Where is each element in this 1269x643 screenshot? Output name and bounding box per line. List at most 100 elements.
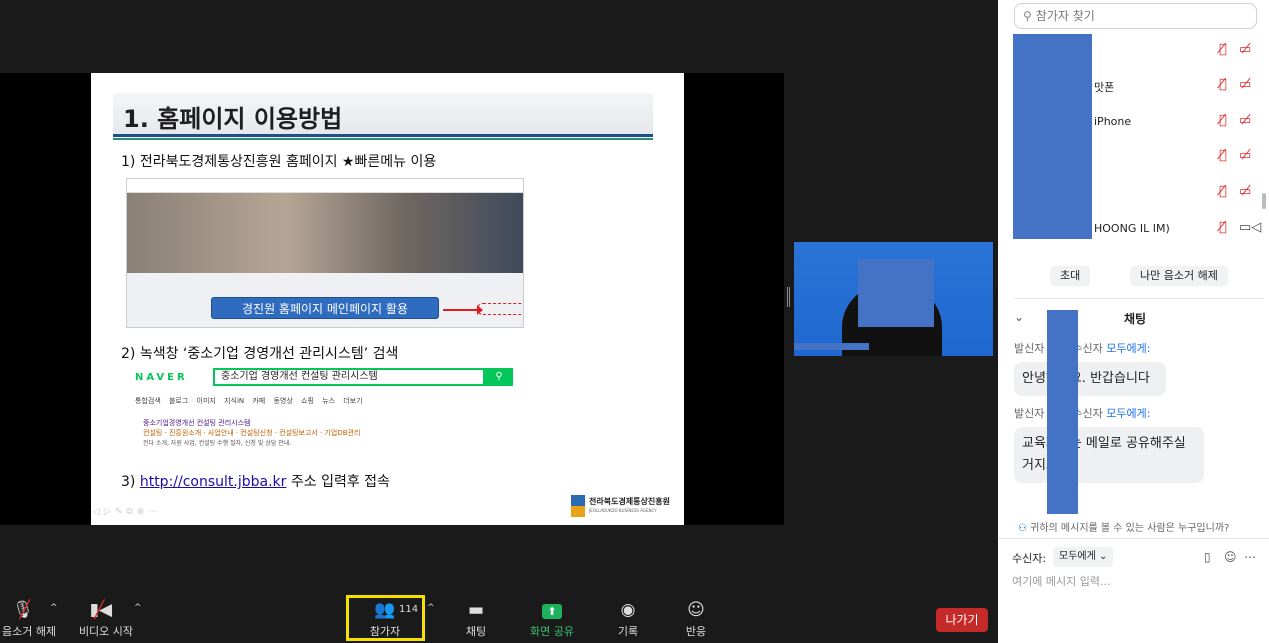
file-icon[interactable]: ▯ [1204,550,1211,564]
participant-search-input[interactable]: ⚲ 참가자 찾기 [1014,3,1257,29]
start-video-button[interactable]: ▮◀╱ 비디오 시작 [76,599,136,639]
search-icon: ⚲ [485,368,513,386]
agency-logo-name: 전라북도경제통상진흥원 [589,497,670,506]
mic-off-icon: 🎙╱ [12,600,34,620]
presentation-slide: 1. 홈페이지 이용방법 1) 전라북도경제통상진흥원 홈페이지 ★빠른메뉴 이… [91,73,684,525]
share-screen-label: 화면 공유 [530,625,574,638]
record-label: 기록 [617,625,639,638]
chat-bubble-icon: ▬ [467,600,485,620]
mic-muted-icon[interactable]: 🎙̸ [1219,42,1227,57]
chevron-up-icon[interactable]: ^ [427,603,435,613]
slide-step-2: 2) 녹색창 ‘중소기업 경영개선 관리시스템’ 검색 [121,346,399,362]
divider [998,538,1269,539]
camera-off-icon[interactable]: ▭̸ [1239,42,1251,57]
naver-search-box: 중소기업 경영개선 컨설팅 관리시스템 [213,368,485,386]
unmute-button[interactable]: 🎙╱ 음소거 해제 [2,599,57,639]
invite-button[interactable]: 초대 [1050,266,1091,286]
recipient-value: 모두에게 [1059,551,1096,562]
recipient-label: 수신자: [1012,552,1047,565]
who-can-see-link[interactable]: ⚇ 귀하의 메시지를 볼 수 있는 사람은 누구입니까? [1018,519,1229,534]
camera-off-icon: ▮◀╱ [89,600,113,620]
participant-name: 맛폰 [1094,81,1115,94]
record-button[interactable]: ◉ 기록 [608,599,648,639]
naver-search-screenshot: NAVER 중소기업 경영개선 컨설팅 관리시스템 ⚲ 통합검색 블로그 이미지… [135,368,515,458]
unmute-me-button[interactable]: 나만 음소거 해제 [1130,266,1228,286]
emoji-add-icon: ☺ [687,600,705,620]
reactions-button[interactable]: ☺ 반응 [676,599,716,639]
divider [1014,298,1264,299]
side-panel: ⚲ 참가자 찾기 🎙̸ ▭̸ 맛폰 🎙̸ ▭̸ iPhone 🎙̸ ▭̸ 🎙̸ ▭̸ 🎙̸ ▭̸ HOON… [998,0,1269,643]
slide-title: 1. 홈페이지 이용방법 [123,105,343,133]
start-video-label: 비디오 시작 [78,625,134,638]
search-icon: ⚲ [1023,9,1032,23]
reactions-label: 반응 [685,625,707,638]
who-can-see-label: 귀하의 메시지를 볼 수 있는 사람은 누구입니까? [1030,523,1230,534]
homepage-hero-image [127,193,523,273]
slide-step-1: 1) 전라북도경제통상진흥원 홈페이지 ★빠른메뉴 이용 [121,154,437,170]
record-icon: ◉ [620,600,636,620]
redacted-face [858,259,934,327]
chat-message-meta: 발신자 수신자 모두에게: [1014,407,1151,420]
homepage-screenshot: 경진원 홈페이지 메인페이지 활용 [126,178,524,328]
camera-off-icon[interactable]: ▭̸ [1239,113,1251,128]
mic-muted-icon[interactable]: 🎙̸ [1219,148,1227,163]
unmute-label: 음소거 해제 [2,625,57,638]
participants-count: 114 [399,604,419,615]
camera-off-icon[interactable]: ▭̸ [1239,148,1251,163]
agency-logo: 전라북도경제통상진흥원 JEOLLABUKDO BUSINESS AGENCY [571,493,671,519]
person-icon: ⚇ [1018,523,1027,534]
homepage-nav [127,179,523,193]
camera-off-icon[interactable]: ▭̸ [1239,77,1251,92]
camera-off-icon[interactable]: ▭̸ [1239,184,1251,199]
naver-logo: NAVER [135,372,188,383]
recipient-select[interactable]: 모두에게 ⌄ [1053,547,1114,567]
chat-message-meta: 발신자 수신자 모두에게: [1014,342,1151,355]
emoji-icon[interactable]: ☺ [1224,550,1237,564]
leave-button[interactable]: 나가기 [936,608,988,632]
mic-muted-icon[interactable]: 🎙̸ [1219,220,1227,235]
mic-muted-icon[interactable]: 🎙̸ [1219,77,1227,92]
more-icon[interactable]: ⋯ [1244,550,1256,564]
chat-button[interactable]: ▬ 채팅 [456,599,496,639]
chat-message: 교육자료는 메일로 공유해주실 거지요? [1014,427,1204,483]
chevron-up-icon[interactable]: ^ [50,603,58,613]
share-screen-button[interactable]: ⬆ 화면 공유 [526,599,578,639]
chevron-down-icon: ⌄ [1099,551,1108,562]
participant-name: HOONG IL IM) [1094,222,1170,235]
mic-muted-icon[interactable]: 🎙̸ [1219,113,1227,128]
camera-icon[interactable]: ▭◁ [1239,220,1261,235]
step3-prefix: 3) [121,474,140,490]
meeting-stage: 1. 홈페이지 이용방법 1) 전라북도경제통상진흥원 홈페이지 ★빠른메뉴 이… [0,0,998,593]
participant-name: iPhone [1094,115,1132,128]
redacted-sender-names [1047,310,1078,514]
arrow-right-icon [443,305,483,315]
chat-message: 안녕하세요. 반갑습니다 [1014,362,1166,396]
shared-screen: 1. 홈페이지 이용방법 1) 전라북도경제통상진흥원 홈페이지 ★빠른메뉴 이… [0,73,784,525]
slide-title-bar: 1. 홈페이지 이용방법 [113,93,653,140]
meeting-toolbar: 🎙╱ 음소거 해제 ^ ▮◀╱ 비디오 시작 ^ 👥 참가자 ^ ▬ 채팅 ⬆ … [0,593,998,643]
share-arrow-icon: ⬆ [526,599,578,621]
homepage-banner-callout: 경진원 홈페이지 메인페이지 활용 [211,297,439,319]
chevron-down-icon[interactable]: ⌄ [1014,310,1024,324]
redacted-participant-names [1013,34,1092,239]
chat-label: 채팅 [465,625,487,638]
agency-logo-mark [571,495,585,517]
consult-link[interactable]: http://consult.jbba.kr [140,474,287,490]
naver-result-title: 중소기업경영개선 컨설팅 관리시스템 [143,419,251,427]
video-tile[interactable] [794,242,993,356]
naver-result-tags: 컨설팅 · 진흥원소개 · 사업안내 · 컨설팅신청 · 컨설팅보고서 · 기업… [143,429,361,437]
highlight-box [477,303,523,315]
participant-list-scrollbar[interactable] [1262,193,1266,209]
resize-handle[interactable] [787,287,790,307]
participants-highlight [346,595,425,641]
slide-nav-controls[interactable]: ◁▷✎⧉⊕⋯ [93,507,161,517]
mic-muted-icon[interactable]: 🎙̸ [1219,184,1227,199]
slide-step-3: 3) http://consult.jbba.kr 주소 입력후 접속 [121,471,390,491]
chat-message-input[interactable]: 여기에 메시지 입력... [1012,573,1110,589]
chevron-up-icon[interactable]: ^ [134,603,142,613]
chat-title: 채팅 [1124,312,1147,326]
redacted-name [794,343,869,350]
naver-result-desc: 전다 소개, 자원 사업, 컨설팅 수행 절차, 신청 및 상담 안내. [143,440,292,447]
step3-suffix: 주소 입력후 접속 [286,474,390,490]
naver-tabs: 통합검색 블로그 이미지 지식iN 카페 동영상 쇼핑 뉴스 더보기 [135,397,363,405]
